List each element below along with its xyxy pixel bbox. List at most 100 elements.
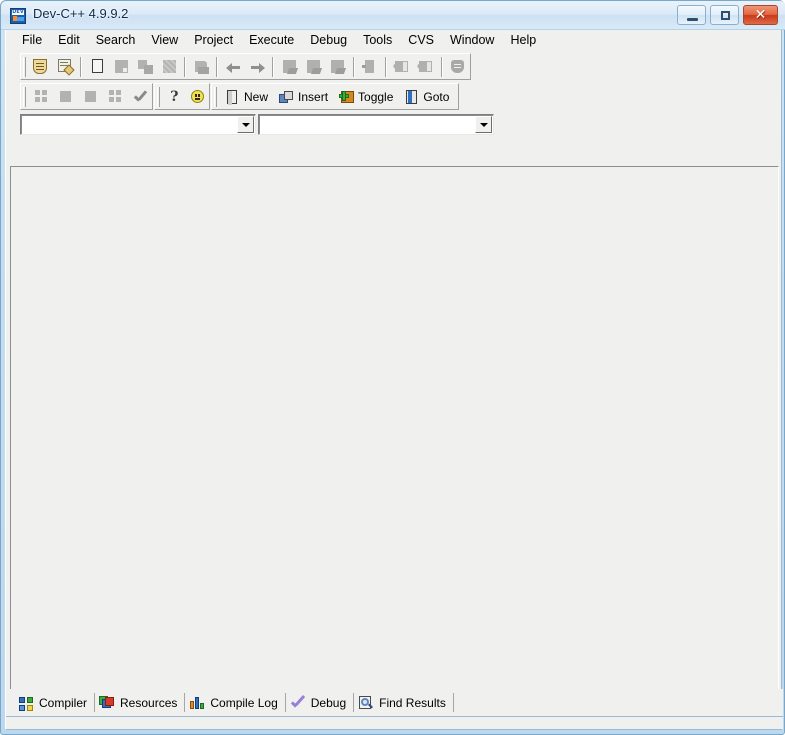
bottom-divider	[6, 716, 783, 717]
compile-log-icon	[189, 695, 205, 711]
menu-item-file[interactable]: File	[14, 31, 50, 50]
goto-button[interactable]: Goto	[400, 85, 454, 108]
menu-item-view[interactable]: View	[143, 31, 186, 50]
tab-debug-label: Debug	[310, 695, 347, 710]
debug-check-icon	[290, 694, 306, 711]
step-over-button[interactable]	[104, 85, 127, 108]
menu-bar: File Edit Search View Project Execute De…	[6, 30, 781, 51]
close-all-icon	[161, 58, 178, 75]
menu-item-tools[interactable]: Tools	[355, 31, 400, 50]
bookmark-toolbar: New Insert Toggle Goto	[211, 83, 459, 110]
validate-button[interactable]	[128, 85, 151, 108]
help-button[interactable]: ?	[164, 85, 185, 108]
profile-analysis-button[interactable]	[447, 55, 469, 78]
menu-item-execute[interactable]: Execute	[241, 31, 302, 50]
go-back-icon	[393, 58, 410, 75]
undo-icon	[225, 58, 242, 75]
insert-button[interactable]: Insert	[275, 85, 333, 108]
title-bar[interactable]: DEV Dev-C++ 4.9.9.2 ✕	[1, 1, 785, 30]
menu-item-help[interactable]: Help	[502, 31, 544, 50]
toolbar-separator	[272, 56, 275, 77]
undo-button[interactable]	[222, 55, 244, 78]
menu-item-search[interactable]: Search	[88, 31, 144, 50]
toolbar-grip[interactable]	[23, 56, 26, 77]
toggle-icon	[338, 89, 355, 105]
open-project-button[interactable]	[54, 55, 76, 78]
app-icon-orange-bar	[13, 16, 17, 21]
menu-item-window[interactable]: Window	[442, 31, 502, 50]
pause-button[interactable]	[79, 85, 102, 108]
goto-icon	[403, 89, 419, 105]
window-client-area: File Edit Search View Project Execute De…	[5, 30, 783, 730]
toolbar-grip[interactable]	[157, 86, 160, 107]
toggle-button[interactable]: Toggle	[335, 85, 398, 108]
save-file-button[interactable]	[86, 55, 108, 78]
menu-item-cvs[interactable]: CVS	[400, 31, 442, 50]
editor-client-area[interactable]	[10, 166, 779, 718]
rebuild-all-button[interactable]	[359, 55, 381, 78]
new-source-file-button[interactable]	[30, 55, 52, 78]
save-all-button[interactable]	[110, 55, 132, 78]
maximize-icon	[721, 11, 730, 20]
run-icon	[305, 58, 322, 75]
close-icon: ✕	[754, 7, 767, 23]
menu-item-debug[interactable]: Debug	[302, 31, 355, 50]
close-button[interactable]: ✕	[743, 5, 778, 25]
redo-icon	[249, 58, 266, 75]
toolbar-separator	[352, 56, 355, 77]
tab-compiler[interactable]: Compiler	[14, 692, 96, 713]
open-project-icon	[57, 58, 75, 76]
tab-find-results-label: Find Results	[379, 695, 446, 710]
menu-item-project[interactable]: Project	[186, 31, 241, 50]
new-class-icon	[224, 89, 240, 105]
member-combo[interactable]	[258, 114, 494, 135]
close-file-icon	[137, 58, 154, 75]
application-window: DEV Dev-C++ 4.9.9.2 ✕ File Edit Search V…	[0, 0, 785, 735]
profile-analysis-icon	[449, 58, 466, 75]
class-combo[interactable]	[20, 114, 256, 135]
tab-compile-log-label: Compile Log	[210, 695, 278, 710]
redo-button[interactable]	[246, 55, 268, 78]
maximize-button[interactable]	[710, 5, 739, 25]
about-button[interactable]	[187, 85, 208, 108]
help-toolbar: ?	[154, 83, 210, 110]
tab-resources-label: Resources	[120, 695, 178, 710]
dev-cpp-app-icon[interactable]: DEV	[10, 8, 26, 24]
toolbar-grip[interactable]	[214, 86, 217, 107]
close-file-button[interactable]	[134, 55, 156, 78]
new-class-button[interactable]: New	[221, 85, 273, 108]
class-browser-toolbar	[6, 111, 781, 138]
toolbar-grip[interactable]	[23, 86, 26, 107]
toggle-label: Toggle	[358, 89, 394, 104]
tab-compile-log[interactable]: Compile Log	[185, 692, 286, 713]
class-combo-dropdown-button[interactable]	[237, 116, 254, 133]
tab-debug[interactable]: Debug	[286, 692, 355, 713]
go-forward-button[interactable]	[415, 55, 437, 78]
stop-execution-button[interactable]	[55, 85, 78, 108]
toolbar-separator	[384, 56, 387, 77]
minimize-button[interactable]	[677, 5, 706, 25]
print-button[interactable]	[190, 55, 212, 78]
compile-button[interactable]	[278, 55, 300, 78]
run-button[interactable]	[303, 55, 325, 78]
rebuild-all-icon	[361, 58, 378, 75]
add-watch-button[interactable]	[30, 85, 53, 108]
insert-label: Insert	[298, 89, 329, 104]
close-all-button[interactable]	[158, 55, 180, 78]
find-results-icon	[358, 695, 374, 711]
save-all-icon	[113, 58, 130, 75]
go-back-button[interactable]	[391, 55, 413, 78]
compile-icon	[281, 58, 298, 75]
menu-item-edit[interactable]: Edit	[50, 31, 88, 50]
add-watch-icon	[33, 88, 50, 105]
secondary-toolbar-row: ? New Insert Toggle Goto	[6, 81, 781, 111]
member-combo-dropdown-button[interactable]	[475, 116, 492, 133]
tab-resources[interactable]: Resources	[95, 692, 186, 713]
compile-and-run-button[interactable]	[327, 55, 349, 78]
chevron-down-icon	[241, 122, 250, 127]
bottom-tab-strip: Compiler Resources Compile Log Debug Fin…	[14, 690, 454, 715]
pause-icon	[82, 88, 99, 105]
tab-find-results[interactable]: Find Results	[354, 692, 454, 713]
stop-execution-icon	[57, 88, 74, 105]
compiler-icon	[18, 695, 34, 711]
